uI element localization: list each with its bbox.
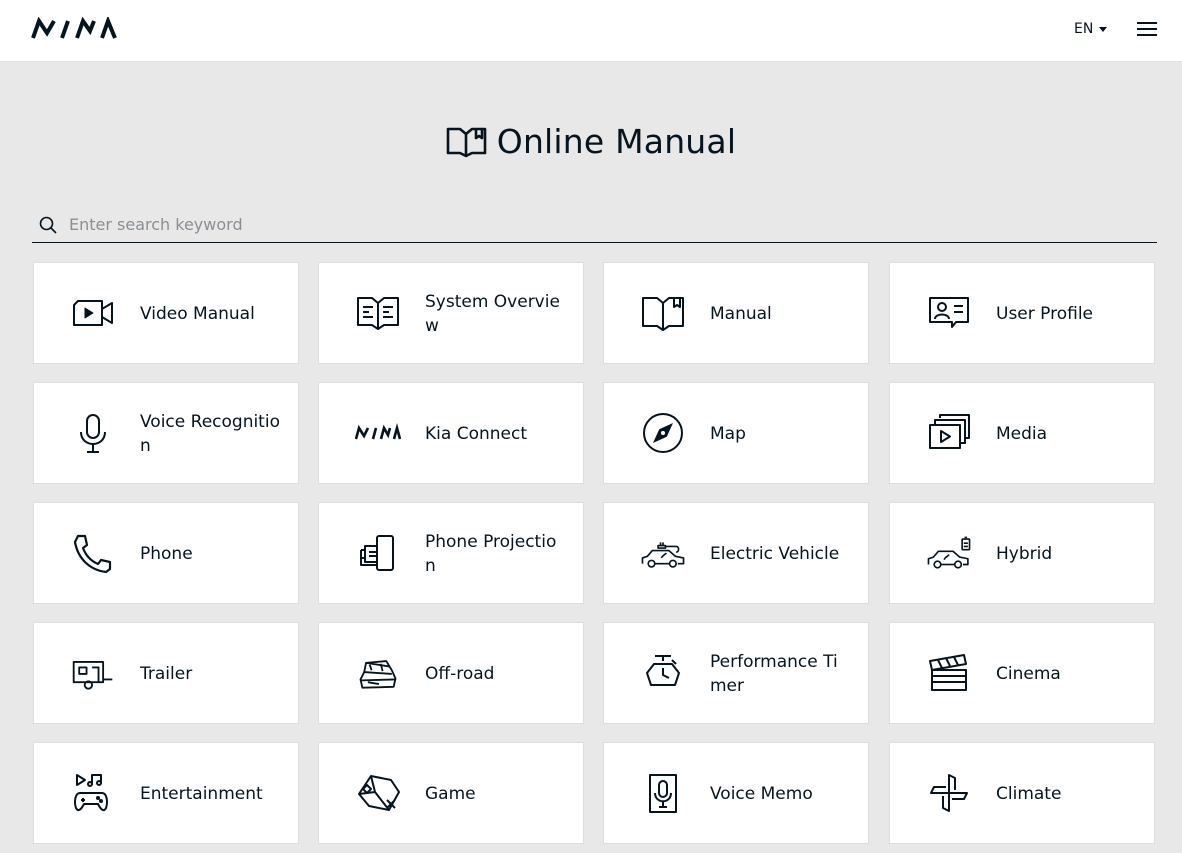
user-profile-icon <box>926 292 972 334</box>
tile-label: System Overview <box>425 292 560 336</box>
tile-game[interactable]: Game <box>318 742 584 844</box>
tile-kia-connect[interactable]: Kia Connect <box>318 382 584 484</box>
tile-label: Media <box>996 424 1048 444</box>
tile-label: Climate <box>996 784 1062 804</box>
search-input[interactable] <box>69 210 1149 238</box>
tile-label: Hybrid <box>996 544 1053 564</box>
tile-label: Kia Connect <box>425 424 527 444</box>
tile-hybrid[interactable]: Hybrid <box>889 502 1155 604</box>
tile-label: User Profile <box>996 304 1094 324</box>
tile-system-overview[interactable]: System Overview <box>318 262 584 364</box>
hamburger-menu-icon[interactable] <box>1137 21 1157 37</box>
tile-label: Phone <box>140 544 193 564</box>
tile-label: Map <box>710 424 746 444</box>
tile-climate[interactable]: Climate <box>889 742 1155 844</box>
kia-logo-icon <box>354 412 402 454</box>
tile-label: Phone Projection <box>425 532 557 576</box>
trailer-icon <box>70 652 116 694</box>
page-heading: Online Manual <box>0 120 1182 164</box>
media-play-icon <box>926 412 972 454</box>
tile-voice-recognition[interactable]: Voice Recognition <box>33 382 299 484</box>
hybrid-vehicle-icon <box>926 532 972 574</box>
off-road-icon <box>355 652 401 694</box>
tile-entertainment[interactable]: Entertainment <box>33 742 299 844</box>
search-icon <box>39 216 57 234</box>
microphone-icon <box>70 412 116 454</box>
tile-label: Trailer <box>140 664 193 684</box>
tile-phone-projection[interactable]: Phone Projection <box>318 502 584 604</box>
top-header: EN <box>0 0 1182 62</box>
system-overview-icon <box>355 292 401 334</box>
tile-label: Game <box>425 784 476 804</box>
kia-logo[interactable] <box>31 17 117 41</box>
tile-label: Entertainment <box>140 784 263 804</box>
clapperboard-icon <box>926 652 972 694</box>
tile-cinema[interactable]: Cinema <box>889 622 1155 724</box>
language-selector[interactable]: EN <box>1074 20 1108 38</box>
climate-fan-icon <box>926 772 972 814</box>
tile-label: Video Manual <box>140 304 255 324</box>
tile-trailer[interactable]: Trailer <box>33 622 299 724</box>
game-icon <box>355 772 401 814</box>
tile-performance-timer[interactable]: Performance Timer <box>603 622 869 724</box>
book-icon <box>446 127 487 158</box>
tile-electric-vehicle[interactable]: Electric Vehicle <box>603 502 869 604</box>
tile-user-profile[interactable]: User Profile <box>889 262 1155 364</box>
tile-manual[interactable]: Manual <box>603 262 869 364</box>
language-label: EN <box>1074 21 1094 37</box>
tile-map[interactable]: Map <box>603 382 869 484</box>
stopwatch-icon <box>640 652 686 694</box>
tile-label: Off-road <box>425 664 495 684</box>
phone-projection-icon <box>355 532 401 574</box>
entertainment-icon <box>70 772 116 814</box>
electric-vehicle-icon <box>640 532 686 574</box>
tile-label: Electric Vehicle <box>710 544 840 564</box>
search-bar <box>32 206 1157 243</box>
tile-label: Voice Recognition <box>140 412 280 456</box>
compass-icon <box>640 412 686 454</box>
tile-video-manual[interactable]: Video Manual <box>33 262 299 364</box>
voice-memo-icon <box>640 772 686 814</box>
tile-media[interactable]: Media <box>889 382 1155 484</box>
book-icon <box>640 292 686 334</box>
phone-icon <box>70 532 116 574</box>
tile-off-road[interactable]: Off-road <box>318 622 584 724</box>
tile-phone[interactable]: Phone <box>33 502 299 604</box>
tile-label: Manual <box>710 304 772 324</box>
video-camera-icon <box>70 292 116 334</box>
tile-label: Cinema <box>996 664 1061 684</box>
tile-label: Performance Timer <box>710 652 838 696</box>
tile-voice-memo[interactable]: Voice Memo <box>603 742 869 844</box>
page-title: Online Manual <box>496 122 737 161</box>
tile-label: Voice Memo <box>710 784 813 804</box>
caret-down-icon <box>1099 26 1108 32</box>
